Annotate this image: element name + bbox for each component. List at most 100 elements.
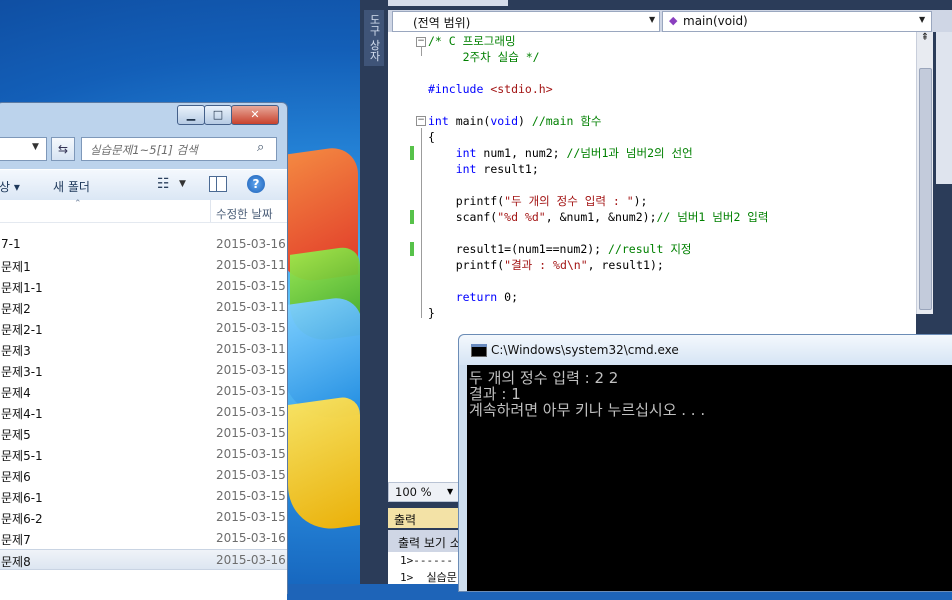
file-row[interactable]: 문제8 2015-03-16: [0, 549, 287, 570]
file-name: 문제8: [1, 555, 31, 569]
toolbox-tab[interactable]: 도구 상자: [364, 10, 384, 66]
file-name: 문제6-2: [1, 512, 43, 526]
code-line-7: {: [428, 129, 435, 145]
output-panel-title: 출력: [394, 513, 417, 527]
file-name: 문제5: [1, 428, 31, 442]
file-row[interactable]: 문제1-1 2015-03-15: [0, 276, 287, 297]
file-row[interactable]: 문제4 2015-03-15: [0, 381, 287, 402]
search-icon[interactable]: ⌕: [257, 140, 264, 155]
code-text: }: [428, 306, 435, 320]
file-row[interactable]: 문제3 2015-03-11: [0, 339, 287, 360]
windows-logo-yellow: [288, 394, 360, 536]
console-icon-bar: [471, 344, 487, 347]
code-line-15: printf("결과 : %d\n", result1);: [428, 257, 664, 273]
comment: //main 함수: [531, 114, 602, 128]
comment: /* C 프로그래밍: [428, 34, 516, 48]
help-icon[interactable]: ?: [247, 175, 265, 193]
file-row[interactable]: 문제5-1 2015-03-15: [0, 444, 287, 465]
code-line-14: result1=(num1==num2); //result 지정: [428, 241, 692, 257]
code-text: result1=(num1==num2);: [428, 242, 609, 256]
new-folder-button[interactable]: 새 폴더: [53, 178, 90, 195]
file-row[interactable]: 문제7 2015-03-16: [0, 528, 287, 549]
address-bar[interactable]: ▼: [0, 137, 47, 161]
console-output[interactable]: 두 개의 정수 입력 : 2 2 결과 : 1 계속하려면 아무 키나 누르십시…: [467, 365, 952, 591]
chevron-down-icon[interactable]: ▼: [32, 142, 39, 152]
fold-guide: [421, 46, 422, 56]
file-name: 문제3-1: [1, 365, 43, 379]
zoom-value: 100 %: [395, 485, 432, 499]
solution-explorer-pane: [936, 32, 952, 184]
file-row[interactable]: 문제2-1 2015-03-15: [0, 318, 287, 339]
file-modified-date: 2015-03-15: [216, 447, 286, 461]
string-literal: "두 개의 정수 입력 : ": [504, 194, 634, 208]
vertical-scrollbar[interactable]: ⇞: [916, 32, 933, 314]
function-icon: ◆: [669, 14, 678, 27]
navigation-bar: (전역 범위) ▼ ◆ main(void) ▼: [388, 10, 952, 32]
code-text: printf(: [428, 194, 505, 208]
file-row[interactable]: 문제5 2015-03-15: [0, 423, 287, 444]
comment: // 넘버1 넘버2 입력: [656, 210, 769, 224]
column-divider[interactable]: [210, 200, 211, 222]
keyword: int: [428, 146, 477, 160]
column-header: ⌃ 수정한 날짜: [0, 199, 287, 223]
file-modified-date: 2015-03-15: [216, 510, 286, 524]
chevron-down-icon[interactable]: ▼: [447, 487, 453, 496]
file-modified-date: 2015-03-16: [216, 553, 286, 567]
close-button[interactable]: ✕: [231, 105, 279, 125]
file-row[interactable]: 문제6-1 2015-03-15: [0, 486, 287, 507]
file-row[interactable]: 문제3-1 2015-03-15: [0, 360, 287, 381]
code-text: , result1);: [587, 258, 664, 272]
code-text: scanf(: [428, 210, 498, 224]
file-name: 문제2: [1, 302, 31, 316]
view-options-icon[interactable]: ☷: [157, 176, 170, 192]
code-text: 0;: [497, 290, 519, 304]
explorer-titlebar[interactable]: ▁ □ ✕: [0, 103, 287, 131]
chevron-down-icon[interactable]: ▼: [649, 15, 655, 24]
file-modified-date: 2015-03-15: [216, 279, 286, 293]
organize-button[interactable]: 상 ▾: [0, 178, 20, 195]
file-row[interactable]: 문제6-2 2015-03-15: [0, 507, 287, 528]
change-marker: [410, 210, 414, 224]
file-name: 문제7: [1, 533, 31, 547]
search-placeholder: 실습문제1~5[1] 검색: [90, 143, 198, 157]
file-row[interactable]: 7-1 2015-03-16: [0, 234, 287, 255]
code-line-9: int result1;: [428, 161, 539, 177]
code-line-18: }: [428, 305, 435, 321]
column-modified-date[interactable]: 수정한 날짜: [216, 206, 273, 222]
preview-pane-icon[interactable]: [209, 176, 227, 192]
chevron-down-icon[interactable]: ▼: [179, 179, 186, 189]
scope-value: (전역 범위): [413, 16, 471, 30]
search-input[interactable]: 실습문제1~5[1] 검색 ⌕: [81, 137, 277, 161]
file-modified-date: 2015-03-15: [216, 321, 286, 335]
explorer-window: ▁ □ ✕ ▼ ⇆ 실습문제1~5[1] 검색 ⌕ 상 ▾ 새 폴더 ☷ ▼ ?…: [0, 102, 288, 600]
file-row[interactable]: 문제1 2015-03-11: [0, 255, 287, 276]
maximize-button[interactable]: □: [204, 105, 232, 125]
member-dropdown[interactable]: ◆ main(void) ▼: [662, 11, 932, 32]
cmd-titlebar[interactable]: C:\Windows\system32\cmd.exe: [459, 335, 952, 365]
refresh-button[interactable]: ⇆: [51, 137, 75, 161]
cmd-window: C:\Windows\system32\cmd.exe 두 개의 정수 입력 :…: [458, 334, 952, 592]
string-literal: "결과 : %d\n": [504, 258, 588, 272]
header-name: <stdio.h>: [483, 82, 553, 96]
change-marker: [410, 146, 414, 160]
code-line-4: #include <stdio.h>: [428, 81, 553, 97]
code-line-8: int num1, num2; //넘버1과 넘버2의 선언: [428, 145, 693, 161]
minimize-button[interactable]: ▁: [177, 105, 205, 125]
file-name: 문제1: [1, 260, 31, 274]
code-line-17: return 0;: [428, 289, 518, 305]
file-row[interactable]: 문제4-1 2015-03-15: [0, 402, 287, 423]
scroll-up-arrow-icon[interactable]: ⇞: [917, 32, 933, 46]
file-row[interactable]: 문제6 2015-03-15: [0, 465, 287, 486]
file-modified-date: 2015-03-15: [216, 363, 286, 377]
fold-toggle-icon[interactable]: −: [416, 116, 426, 126]
file-row[interactable]: 문제2 2015-03-11: [0, 297, 287, 318]
chevron-down-icon[interactable]: ▼: [919, 15, 925, 24]
explorer-toolbar: 상 ▾ 새 폴더 ☷ ▼ ?: [0, 169, 287, 201]
scrollbar-thumb[interactable]: [919, 68, 932, 310]
code-text: , &num1, &num2);: [545, 210, 657, 224]
file-modified-date: 2015-03-15: [216, 489, 286, 503]
scope-dropdown[interactable]: (전역 범위) ▼: [392, 11, 660, 32]
document-tab[interactable]: [388, 0, 508, 6]
editor-gutter: − −: [388, 32, 426, 482]
file-modified-date: 2015-03-15: [216, 405, 286, 419]
